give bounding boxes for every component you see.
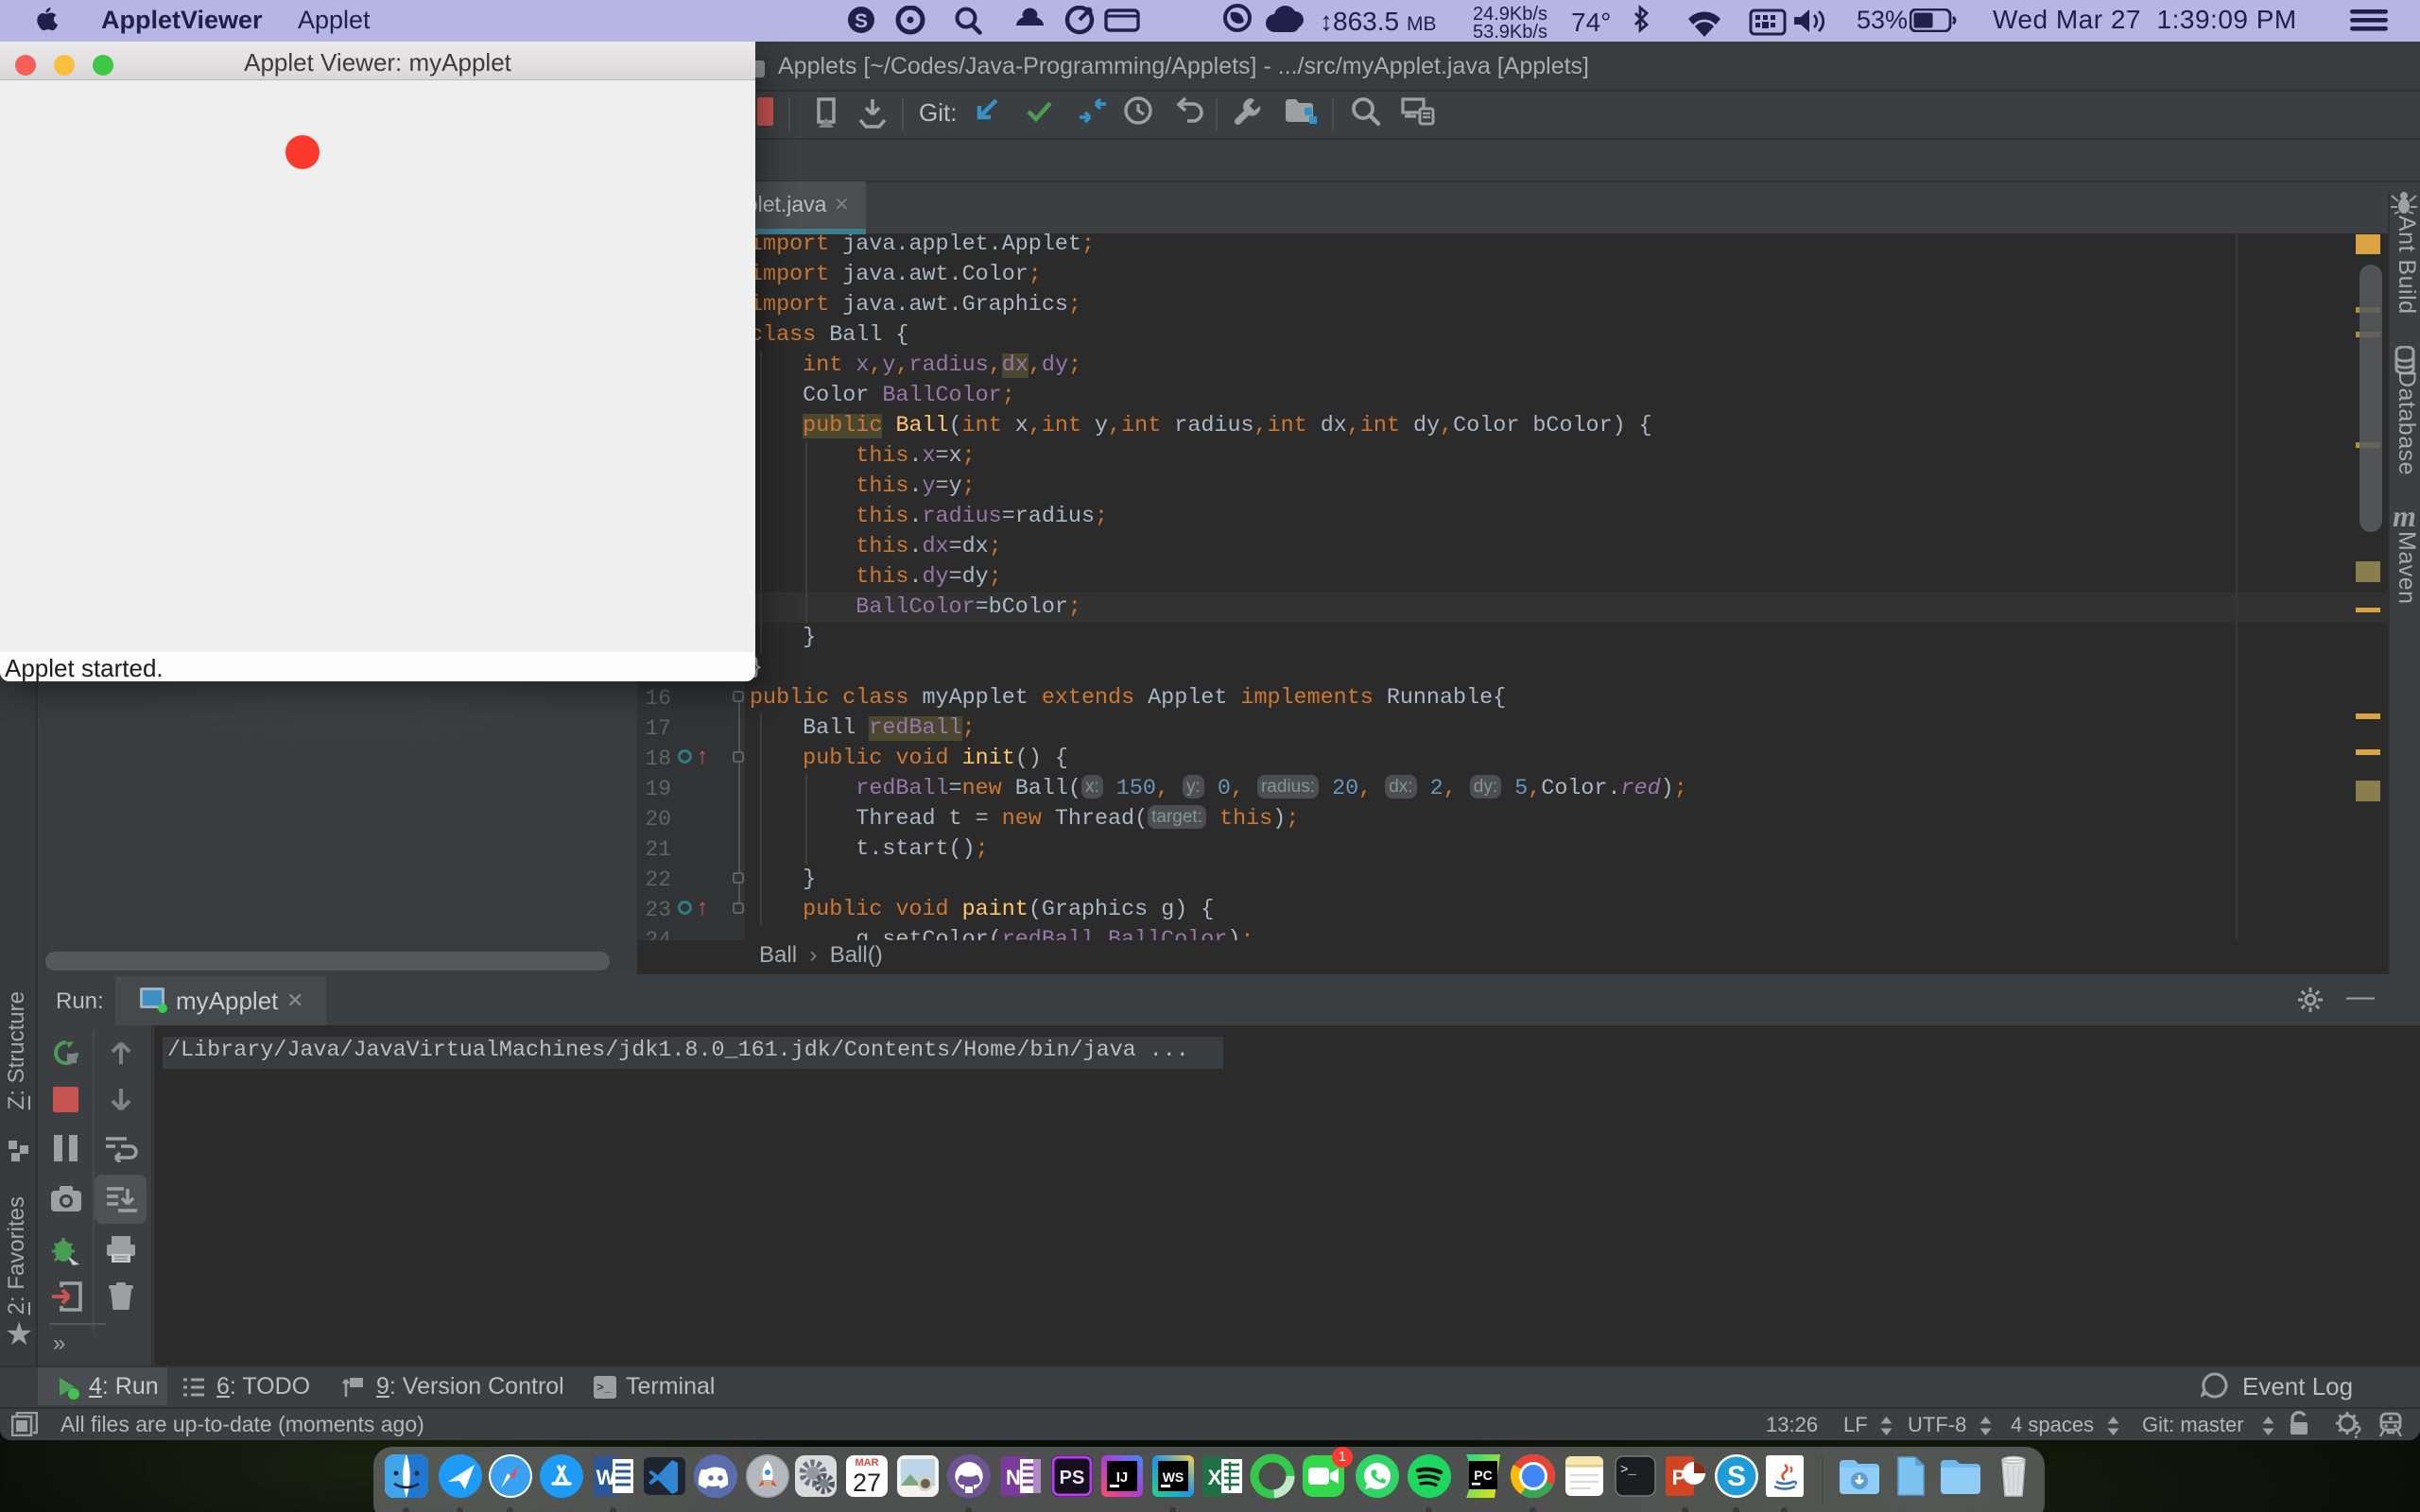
svg-text:S: S <box>855 10 868 32</box>
svg-text:W: W <box>596 1466 616 1489</box>
svg-text:PC: PC <box>1474 1468 1492 1483</box>
svg-text:53.9Kb/s: 53.9Kb/s <box>1473 22 1547 39</box>
svg-text:MB: MB <box>1407 13 1437 35</box>
svg-text:P: P <box>1672 1466 1686 1489</box>
svg-text:PS: PS <box>1060 1468 1085 1488</box>
svg-text:MAR: MAR <box>855 1457 878 1469</box>
svg-text:X: X <box>1208 1466 1222 1489</box>
svg-text:IJ: IJ <box>1116 1469 1129 1486</box>
svg-text:?: ? <box>2351 1423 2362 1439</box>
svg-text:WS: WS <box>1163 1469 1184 1485</box>
svg-text:27: 27 <box>853 1469 881 1497</box>
svg-text:>_: >_ <box>1620 1463 1636 1478</box>
svg-text:S: S <box>1727 1461 1746 1492</box>
svg-text:N: N <box>1006 1466 1021 1489</box>
svg-text:74°: 74° <box>1571 8 1611 37</box>
svg-text:↕863.5: ↕863.5 <box>1320 7 1399 36</box>
svg-text:>_: >_ <box>596 1381 612 1395</box>
